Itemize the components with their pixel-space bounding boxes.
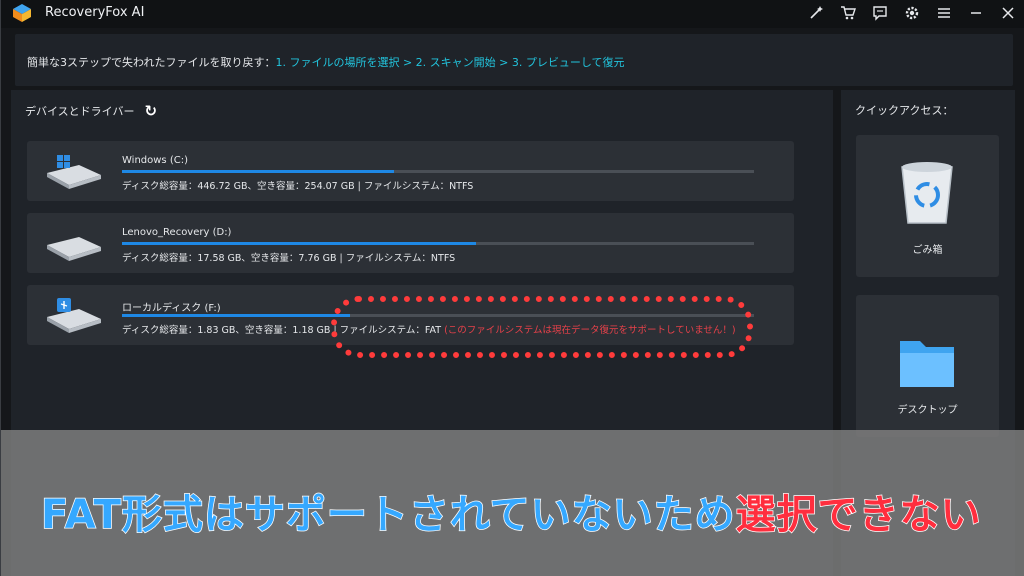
usb-drive-icon — [47, 298, 101, 333]
folder-icon — [900, 341, 954, 387]
title-bar: RecoveryFox AI — [1, 0, 1024, 28]
quick-access-recycle-bin[interactable]: ごみ箱 — [856, 135, 999, 277]
drive-name: ローカルディスク (F:) — [122, 303, 221, 314]
caption-text-blue: FAT形式はサポートされていないため — [40, 491, 736, 539]
drive-name: Lenovo_Recovery (D:) — [122, 227, 232, 238]
chat-icon[interactable] — [871, 5, 889, 23]
drive-usage-fill — [122, 314, 350, 317]
caption-text: FAT形式はサポートされていないため選択できない — [40, 482, 982, 540]
caption-text-red: 選択できない — [735, 491, 982, 539]
drive-usage-bar — [122, 242, 754, 245]
drive-item-d[interactable]: Lenovo_Recovery (D:) ディスク総容量：17.58 GB、空き… — [27, 213, 794, 273]
quick-access-label: デスクトップ — [897, 405, 958, 416]
steps-path: 1. ファイルの場所を選択 > 2. スキャン開始 > 3. プレビューして復元 — [275, 56, 625, 69]
refresh-icon[interactable]: ↻ — [144, 102, 157, 120]
devices-header: デバイスとドライバー ↻ — [25, 102, 157, 120]
magic-wand-icon[interactable] — [807, 5, 825, 23]
menu-icon[interactable] — [935, 5, 953, 23]
drive-info: ディスク総容量：446.72 GB、空き容量：254.07 GB | ファイルシ… — [122, 181, 474, 192]
app-logo-icon — [13, 4, 31, 22]
drive-usage-bar — [122, 170, 754, 173]
quick-access-title: クイックアクセス： — [855, 104, 954, 117]
drive-name: Windows (C:) — [122, 155, 188, 166]
quick-access-desktop[interactable]: デスクトップ — [856, 295, 999, 437]
drive-usage-fill — [122, 170, 394, 173]
devices-title: デバイスとドライバー — [25, 105, 135, 118]
hard-drive-icon — [47, 237, 101, 261]
minimize-icon[interactable] — [967, 5, 985, 23]
windows-drive-icon — [47, 155, 101, 189]
steps-guide: 簡単な3ステップで失われたファイルを取り戻す：1. ファイルの場所を選択 > 2… — [15, 34, 1013, 86]
steps-prefix: 簡単な3ステップで失われたファイルを取り戻す： — [27, 56, 276, 69]
warning-highlight-annotation — [331, 296, 753, 358]
title-icons — [807, 0, 1017, 28]
close-icon[interactable] — [999, 5, 1017, 23]
cart-icon[interactable] — [839, 5, 857, 23]
drive-info: ディスク総容量：17.58 GB、空き容量：7.76 GB | ファイルシステム… — [122, 253, 456, 264]
caption-banner: FAT形式はサポートされていないため選択できない — [1, 430, 1024, 576]
drive-item-c[interactable]: Windows (C:) ディスク総容量：446.72 GB、空き容量：254.… — [27, 141, 794, 201]
gear-icon[interactable] — [903, 5, 921, 23]
recycle-bin-icon — [901, 162, 953, 224]
drive-usage-fill — [122, 242, 476, 245]
app-window: RecoveryFox AI 簡単な3ステップで失われたファイルを取り戻す：1.… — [0, 0, 1024, 576]
app-title: RecoveryFox AI — [45, 5, 145, 20]
quick-access-label: ごみ箱 — [912, 245, 943, 256]
